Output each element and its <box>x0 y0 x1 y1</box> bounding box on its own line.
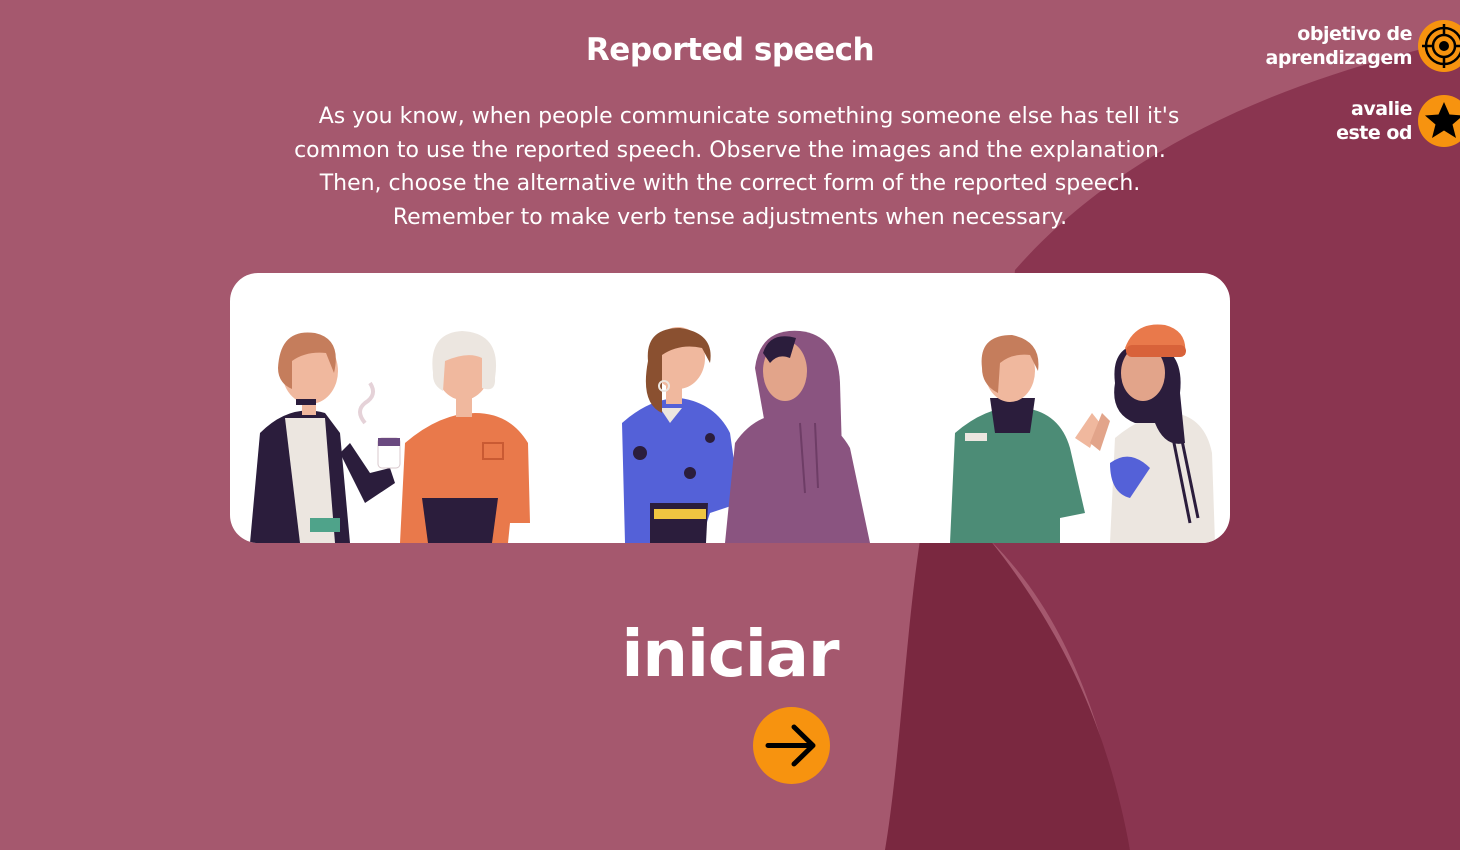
intro-line: common to use the reported speech. Obser… <box>294 137 1166 163</box>
star-icon <box>1418 95 1460 147</box>
learning-objective-label: objetivo de aprendizagem <box>1265 22 1413 70</box>
pair-two <box>622 327 870 543</box>
arrow-right-icon <box>765 724 816 767</box>
page-title: Reported speech <box>585 32 875 68</box>
pair-one <box>250 331 530 543</box>
intro-line: Remember to make verb tense adjustments … <box>392 204 1068 230</box>
target-icon <box>1418 20 1460 72</box>
rate-label: avalie este od <box>1336 97 1412 145</box>
intro-line: As you know, when people communicate som… <box>318 104 1180 129</box>
rate-button[interactable]: avalie este od <box>1336 95 1460 147</box>
start-label: iniciar <box>621 618 839 692</box>
learning-objective-label-line1: objetivo de <box>1297 23 1412 45</box>
people-talking-illustration <box>250 324 1215 543</box>
learning-objective-button[interactable]: objetivo de aprendizagem <box>1266 20 1460 72</box>
pair-three <box>950 324 1215 543</box>
intro-text: As you know, when people communicate som… <box>250 100 1210 234</box>
start-button[interactable] <box>753 707 830 784</box>
learning-objective-label-line2: aprendizagem <box>1265 47 1413 69</box>
intro-line: Then, choose the alternative with the co… <box>319 171 1141 196</box>
rate-label-line1: avalie <box>1351 98 1412 120</box>
illustration-panel <box>230 273 1230 543</box>
rate-label-line2: este od <box>1336 122 1412 144</box>
